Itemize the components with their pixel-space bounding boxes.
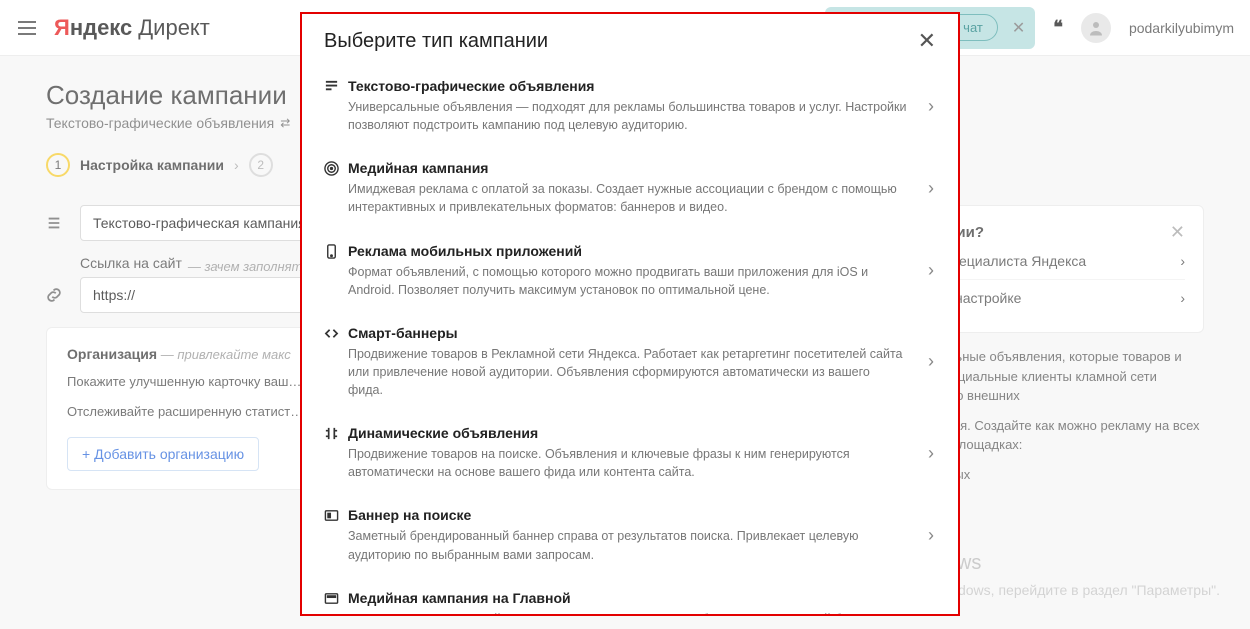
campaign-type-desc: Продвижение товаров в Рекламной сети Янд…: [348, 345, 908, 399]
campaign-type-desc: Формат объявлений, с помощью которого мо…: [348, 263, 908, 299]
campaign-type-item[interactable]: Баннер на поиске Заметный брендированный …: [324, 495, 950, 577]
campaign-type-item[interactable]: Динамические объявления Продвижение товар…: [324, 413, 950, 495]
campaign-type-title: Смарт-баннеры: [348, 325, 908, 341]
campaign-type-title: Баннер на поиске: [348, 507, 908, 523]
chevron-right-icon: ›: [918, 351, 944, 372]
campaign-type-icon: [324, 508, 348, 523]
campaign-type-title: Реклама мобильных приложений: [348, 243, 908, 259]
campaign-type-content: Медийная кампания на Главной Для охвата м…: [348, 590, 918, 614]
chevron-right-icon: ›: [918, 443, 944, 464]
campaign-type-item[interactable]: Реклама мобильных приложений Формат объяв…: [324, 231, 950, 313]
chevron-right-icon: ›: [918, 178, 944, 199]
campaign-type-content: Медийная кампания Имиджевая реклама с опл…: [348, 160, 918, 216]
campaign-type-content: Смарт-баннеры Продвижение товаров в Рекла…: [348, 325, 918, 399]
chevron-right-icon: ›: [918, 96, 944, 117]
campaign-type-desc: Продвижение товаров на поиске. Объявлени…: [348, 445, 908, 481]
campaign-type-content: Текстово-графические объявления Универсал…: [348, 78, 918, 134]
campaign-type-content: Динамические объявления Продвижение товар…: [348, 425, 918, 481]
campaign-type-modal: Выберите тип кампании ✕ Текстово-графиче…: [300, 12, 960, 616]
campaign-type-item[interactable]: Медийная кампания на Главной Для охвата м…: [324, 578, 950, 614]
chevron-right-icon: ›: [918, 260, 944, 281]
modal-close-button[interactable]: ✕: [918, 28, 936, 54]
campaign-type-icon: [324, 79, 348, 94]
modal-title: Выберите тип кампании: [324, 30, 548, 53]
campaign-type-title: Динамические объявления: [348, 425, 908, 441]
campaign-type-item[interactable]: Смарт-баннеры Продвижение товаров в Рекла…: [324, 313, 950, 413]
campaign-type-icon: [324, 161, 348, 176]
campaign-type-desc: Универсальные объявления — подходят для …: [348, 98, 908, 134]
campaign-type-content: Реклама мобильных приложений Формат объяв…: [348, 243, 918, 299]
campaign-type-icon: [324, 426, 348, 441]
campaign-type-title: Медийная кампания на Главной: [348, 590, 908, 606]
campaign-type-desc: Для охвата максимальной аудитории и созд…: [348, 610, 908, 614]
campaign-type-icon: [324, 591, 348, 606]
chevron-right-icon: ›: [918, 525, 944, 546]
campaign-type-desc: Заметный брендированный баннер справа от…: [348, 527, 908, 563]
campaign-type-icon: [324, 326, 348, 341]
modal-body: Текстово-графические объявления Универсал…: [302, 62, 958, 614]
campaign-type-item[interactable]: Медийная кампания Имиджевая реклама с опл…: [324, 148, 950, 230]
campaign-type-content: Баннер на поиске Заметный брендированный …: [348, 507, 918, 563]
campaign-type-title: Текстово-графические объявления: [348, 78, 908, 94]
campaign-type-icon: [324, 244, 348, 259]
campaign-type-title: Медийная кампания: [348, 160, 908, 176]
campaign-type-desc: Имиджевая реклама с оплатой за показы. С…: [348, 180, 908, 216]
campaign-type-item[interactable]: Текстово-графические объявления Универсал…: [324, 66, 950, 148]
